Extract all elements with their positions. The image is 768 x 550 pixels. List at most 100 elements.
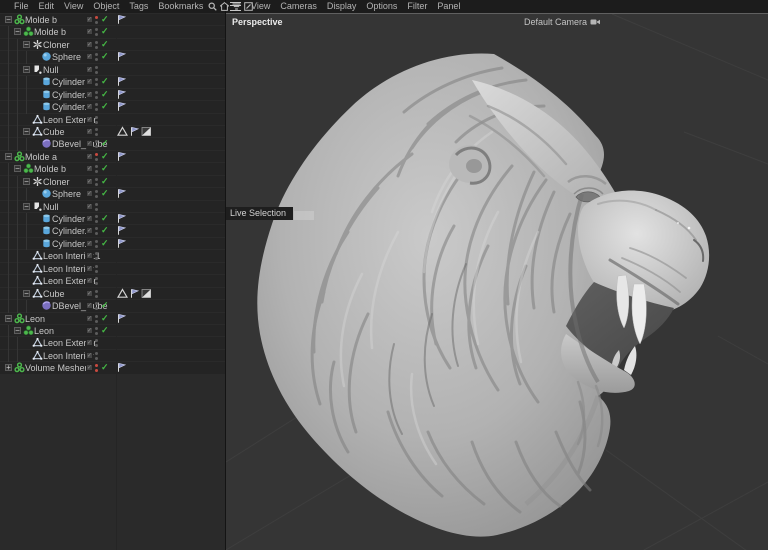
layer-checkbox[interactable]: ✓	[86, 165, 93, 173]
cloner-object-icon[interactable]	[32, 176, 43, 187]
visibility-dots[interactable]	[95, 202, 99, 212]
polygon-object-icon[interactable]	[32, 126, 43, 137]
object-label[interactable]: Molde b	[25, 15, 57, 25]
enabled-check-icon[interactable]: ✓	[101, 151, 109, 162]
collapse-icon[interactable]: −	[14, 165, 21, 173]
menu-item-filter[interactable]: Filter	[402, 0, 432, 13]
flag-tag-icon[interactable]	[116, 313, 127, 324]
visibility-dots[interactable]	[95, 289, 99, 299]
polygon-object-icon[interactable]	[32, 288, 43, 299]
visibility-dots[interactable]	[95, 338, 99, 348]
cylinder-object-icon[interactable]	[41, 89, 52, 100]
layer-checkbox[interactable]: ✓	[86, 152, 93, 160]
enabled-check-icon[interactable]: ✓	[101, 101, 109, 112]
enabled-check-icon[interactable]: ✓	[101, 300, 109, 311]
flag-tag-icon[interactable]	[116, 238, 127, 249]
cylinder-object-icon[interactable]	[41, 238, 52, 249]
search-icon[interactable]	[208, 2, 218, 11]
layer-checkbox[interactable]: ✓	[86, 289, 93, 297]
object-label[interactable]: Cube	[43, 289, 65, 299]
tree-row-cylinder[interactable]: Cylinder ✓ ✓	[0, 76, 225, 89]
layer-checkbox[interactable]: ✓	[86, 115, 93, 123]
tree-row-cylinder-2[interactable]: Cylinder.2 ✓ ✓	[0, 237, 225, 251]
generator-solid-object-icon[interactable]	[23, 325, 34, 336]
polygon-object-icon[interactable]	[32, 114, 43, 125]
tree-row-leon[interactable]: − Leon ✓ ✓	[0, 324, 225, 338]
object-label[interactable]: Volume Mesher	[25, 363, 88, 373]
visibility-dots[interactable]	[95, 152, 99, 162]
warning-tag-icon[interactable]	[116, 126, 129, 137]
enabled-check-icon[interactable]: ✓	[101, 176, 109, 187]
tree-row-leon-exterior[interactable]: Leon Exterior ✓	[0, 113, 225, 126]
collapse-icon[interactable]: −	[14, 28, 21, 36]
layer-checkbox[interactable]: ✓	[86, 140, 93, 148]
sphere-object-icon[interactable]	[41, 188, 52, 199]
visibility-dots[interactable]	[95, 351, 99, 361]
object-label[interactable]: Null	[43, 65, 59, 75]
visibility-dots[interactable]	[95, 65, 99, 75]
flag-tag-icon[interactable]	[116, 188, 127, 199]
object-label[interactable]: Molde b	[34, 164, 66, 174]
tree-row-molde-b[interactable]: − Molde b ✓ ✓	[0, 14, 225, 26]
object-label[interactable]: Leon	[34, 326, 54, 336]
enabled-check-icon[interactable]: ✓	[101, 138, 109, 149]
flag-tag-icon[interactable]	[116, 14, 127, 25]
tree-row-molde-b[interactable]: − Molde b ✓ ✓	[0, 163, 225, 176]
layer-checkbox[interactable]: ✓	[86, 53, 93, 61]
visibility-dots[interactable]	[95, 127, 99, 137]
viewport-3d[interactable]: Perspective Default Camera Live Selectio…	[226, 13, 768, 550]
polygon-object-icon[interactable]	[32, 275, 43, 286]
generator-outline-object-icon[interactable]	[14, 362, 25, 373]
visibility-dots[interactable]	[95, 226, 99, 236]
viewport-view-label[interactable]: Perspective	[232, 17, 283, 27]
tree-row-cloner[interactable]: − Cloner ✓ ✓	[0, 175, 225, 189]
tree-row-leon-interior[interactable]: Leon Interior ✓	[0, 262, 225, 276]
layer-checkbox[interactable]: ✓	[86, 40, 93, 48]
tree-row-cloner[interactable]: − Cloner ✓ ✓	[0, 38, 225, 52]
enabled-check-icon[interactable]: ✓	[101, 225, 109, 236]
layer-checkbox[interactable]: ✓	[86, 314, 93, 322]
flag-tag-icon[interactable]	[116, 89, 127, 100]
collapse-icon[interactable]: −	[23, 40, 30, 48]
menu-item-cameras[interactable]: Cameras	[275, 0, 322, 13]
collapse-icon[interactable]: −	[23, 202, 30, 210]
visibility-dots[interactable]	[95, 189, 99, 199]
menu-item-object[interactable]: Object	[88, 0, 124, 13]
menu-item-panel[interactable]: Panel	[432, 0, 465, 13]
visibility-dots[interactable]	[95, 15, 99, 25]
null-object-icon[interactable]	[32, 201, 43, 212]
visibility-dots[interactable]	[95, 164, 99, 174]
tree-row-sphere[interactable]: Sphere ✓ ✓	[0, 188, 225, 201]
layer-checkbox[interactable]: ✓	[86, 239, 93, 247]
expand-icon[interactable]: +	[5, 364, 12, 372]
object-label[interactable]: Null	[43, 202, 59, 212]
object-label[interactable]: Cube	[43, 127, 65, 137]
tree-row-leon-interior[interactable]: Leon Interior ✓	[0, 349, 225, 363]
null-object-icon[interactable]	[32, 64, 43, 75]
generator-outline-object-icon[interactable]	[14, 312, 25, 324]
object-label[interactable]: DBevel_Cube	[52, 301, 108, 311]
visibility-dots[interactable]	[95, 301, 99, 311]
enabled-check-icon[interactable]: ✓	[101, 188, 109, 199]
tree-row-dbevel-cube[interactable]: DBevel_Cube ✓ ✓	[0, 300, 225, 313]
flag-tag-icon[interactable]	[129, 126, 140, 137]
flag-tag-icon[interactable]	[116, 362, 127, 373]
viewport-hamburger-menu-icon[interactable]	[230, 2, 241, 11]
polygon-object-icon[interactable]	[32, 250, 43, 261]
collapse-icon[interactable]: −	[23, 65, 30, 73]
object-label[interactable]: Sphere	[52, 189, 81, 199]
object-label[interactable]: Cylinder	[52, 214, 85, 224]
enabled-check-icon[interactable]: ✓	[101, 51, 109, 62]
enabled-check-icon[interactable]: ✓	[101, 325, 109, 336]
enabled-check-icon[interactable]: ✓	[101, 89, 109, 100]
enabled-check-icon[interactable]: ✓	[101, 213, 109, 224]
layer-checkbox[interactable]: ✓	[86, 252, 93, 260]
enabled-check-icon[interactable]: ✓	[101, 313, 109, 324]
flag-tag-icon[interactable]	[116, 51, 127, 62]
warning-tag-icon[interactable]	[116, 287, 129, 299]
tree-row-dbevel-cube[interactable]: DBevel_Cube ✓ ✓	[0, 138, 225, 151]
collapse-icon[interactable]: −	[23, 177, 30, 185]
visibility-dots[interactable]	[95, 363, 99, 373]
visibility-dots[interactable]	[95, 115, 99, 125]
cylinder-object-icon[interactable]	[41, 213, 52, 224]
